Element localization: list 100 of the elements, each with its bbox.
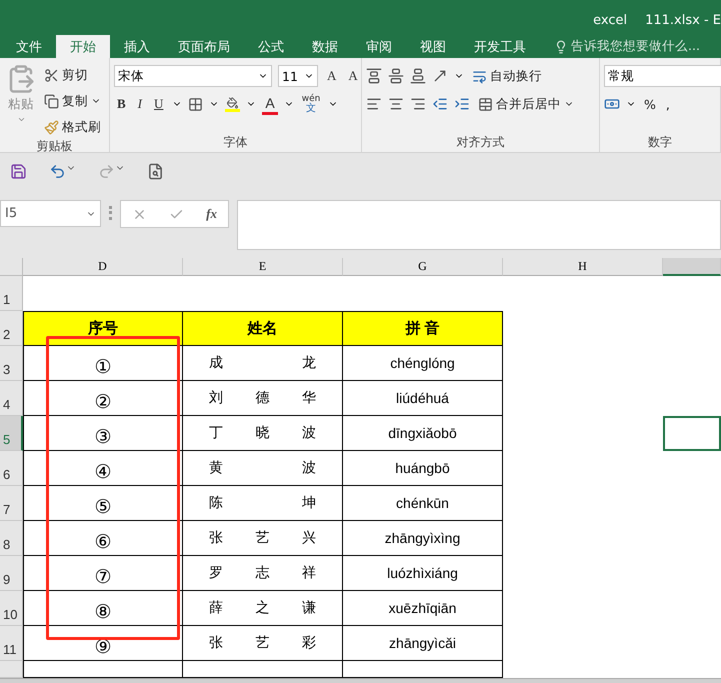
align-right-icon[interactable] [410,96,426,112]
row-header[interactable]: 5 [0,416,23,451]
number-cell: ⑤ [23,486,183,521]
row-header[interactable]: 4 [0,381,23,416]
name-character: 黄 [209,459,223,477]
row-header[interactable]: 8 [0,521,23,556]
number-cell: ⑦ [23,556,183,591]
italic-button[interactable]: I [134,93,146,115]
font-name-field[interactable]: 宋体 [114,65,272,87]
column-header[interactable]: G [343,258,503,276]
selected-cell[interactable] [663,416,721,451]
name-character: 祥 [302,564,316,582]
column-header[interactable]: D [23,258,183,276]
align-bottom-icon[interactable] [410,68,426,84]
row-header[interactable]: 10 [0,591,23,626]
caret-icon [16,115,26,124]
align-top-icon[interactable] [366,68,382,84]
name-character: 张 [209,529,223,547]
wrap-text-button[interactable]: 自动换行 [470,65,544,87]
row-header[interactable]: 2 [0,311,23,346]
number-cell: ⑥ [23,521,183,556]
name-character: 艺 [256,634,270,652]
save-icon[interactable] [10,163,27,180]
number-format-field[interactable]: 常规 [604,65,721,87]
row-header[interactable]: 1 [0,276,23,311]
ribbon-tab[interactable]: 视图 [406,35,460,58]
orientation-icon[interactable] [432,68,448,84]
name-character: 兴 [302,529,316,547]
name-character: 龙 [302,354,316,372]
phonetic-guide-button[interactable]: wén 文 [300,95,322,113]
comma-button[interactable]: , [664,93,672,115]
row-header[interactable]: 9 [0,556,23,591]
window-title: 111.xlsx - E [645,13,721,28]
name-character: 波 [302,424,316,442]
align-center-icon[interactable] [388,96,404,112]
row-header[interactable]: 11 [0,626,23,661]
pinyin-cell: chénkūn [343,486,503,521]
ribbon-tab[interactable]: 页面布局 [164,35,244,58]
row-header[interactable]: 7 [0,486,23,521]
group-label: 数字 [647,134,673,151]
print-preview-icon[interactable] [147,163,164,180]
increase-indent-icon[interactable] [454,96,470,112]
ribbon-tab[interactable]: 插入 [110,35,164,58]
horizontal-scrollbar[interactable] [0,678,721,683]
name-character: 彩 [302,634,316,652]
group-label: 对齐方式 [456,134,506,151]
name-character: 波 [302,459,316,477]
grow-font-button[interactable]: A [324,65,340,87]
name-character: 之 [256,599,270,617]
underline-button[interactable]: U [151,93,166,115]
merge-center-button[interactable]: 合并后居中 [476,93,576,115]
name-character: 德 [256,389,270,407]
row-header[interactable]: 6 [0,451,23,486]
name-character: 薛 [209,599,223,617]
ribbon-tab[interactable]: 开发工具 [460,35,540,58]
column-header[interactable] [663,258,721,276]
formula-input[interactable] [237,200,721,250]
paintbrush-icon [44,120,59,134]
ribbon-tab[interactable]: 审阅 [352,35,406,58]
column-header[interactable]: H [503,258,663,276]
pinyin-cell: zhāngyìxìng [343,521,503,556]
app-name: excel [593,13,628,28]
column-heading: 序号 [23,311,183,346]
name-box[interactable]: I5 [0,200,101,227]
pinyin-cell: dīngxiǎobō [343,416,503,451]
group-label: 剪贴板 [36,138,74,155]
fill-color-icon[interactable] [225,96,240,112]
number-cell: ③ [23,416,183,451]
bold-button[interactable]: B [114,93,129,115]
merge-cells-icon [478,96,493,112]
column-header[interactable]: E [183,258,343,276]
copy-icon [44,94,59,108]
name-character: 丁 [209,424,223,442]
ribbon-tab[interactable]: 公式 [244,35,298,58]
font-color-button[interactable]: A [262,93,278,115]
align-middle-icon[interactable] [388,68,404,84]
cut-button[interactable]: 剪切 [42,64,103,86]
borders-icon[interactable] [188,96,204,112]
ribbon-tab[interactable]: 文件 [2,35,56,58]
shrink-font-button[interactable]: A [345,65,361,87]
align-left-icon[interactable] [366,96,382,112]
percent-button[interactable]: % [642,93,658,115]
decrease-indent-icon[interactable] [432,96,448,112]
name-character: 艺 [256,529,270,547]
pinyin-cell: luózhìxiáng [343,556,503,591]
group-label: 字体 [222,134,248,151]
ribbon-tab[interactable]: 数据 [298,35,352,58]
font-size-field[interactable]: 11 [278,65,318,87]
format-painter-button[interactable]: 格式刷 [42,116,103,138]
ribbon-tab[interactable]: 开始 [56,35,110,58]
tell-me-field[interactable]: 告诉我您想要做什么... [540,35,700,58]
insert-function-button[interactable]: fx [206,206,217,222]
pinyin-cell: zhāngyìcǎi [343,626,503,661]
number-cell: ① [23,346,183,381]
row-header[interactable]: 3 [0,346,23,381]
number-cell: ⑧ [23,591,183,626]
copy-button[interactable]: 复制 [42,90,103,112]
pinyin-cell: chénglóng [343,346,503,381]
undo-icon[interactable] [49,163,66,180]
name-character: 成 [209,354,223,372]
